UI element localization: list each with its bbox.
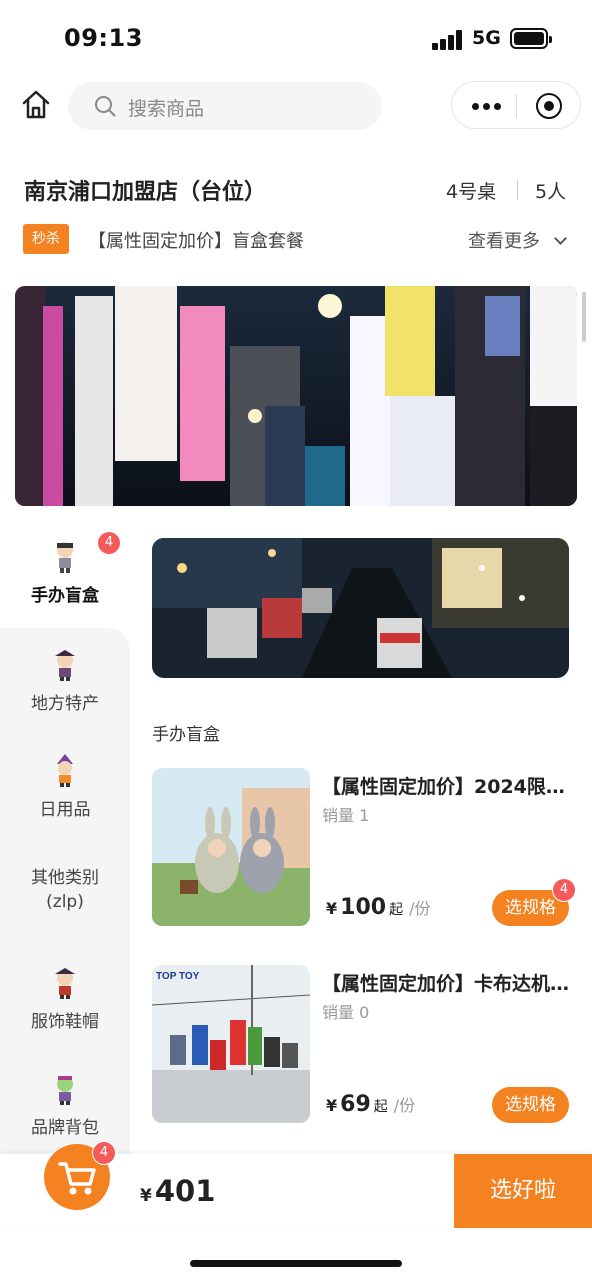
pirate-avatar-icon [55,968,75,999]
section-title: 手办盲盒 [152,725,220,745]
price-suffix: 起 [373,1099,388,1115]
price-unit: /份 [393,1096,416,1115]
product-sales: 销量 0 [322,1003,370,1022]
price-value: 100 [340,895,387,920]
currency-symbol: ¥ [326,1096,338,1115]
select-spec-button[interactable]: 选规格 [492,1087,569,1123]
sidebar-item-local-specialty[interactable]: 地方特产 [0,648,130,716]
more-dots-icon[interactable] [472,103,502,110]
sidebar-item-label: 地方特产 [31,694,99,714]
search-placeholder: 搜索商品 [128,98,205,120]
product-image[interactable] [152,768,310,926]
product-card[interactable]: TOP TOY 【属性固定加价】卡布达机器人 销量 0 ¥69 起/份 选规格 [152,965,572,1125]
price-suffix: 起 [389,902,404,918]
product-name: 【属性固定加价】卡布达机器人 [322,973,572,995]
network-label: 5G [472,27,501,49]
product-card[interactable]: 【属性固定加价】2024限定盲盒 销量 1 ¥100起/份 选规格 4 [152,768,576,928]
cart-count-badge: 4 [92,1141,116,1165]
top-toy-image-text: TOP TOY [156,971,200,982]
capsule-divider [516,94,517,118]
signal-icon [432,30,464,50]
price-unit: /份 [409,899,431,918]
table-number: 4号桌 [446,181,497,203]
total-amount: 401 [154,1174,216,1208]
flash-sale-tag: 秒杀 [23,224,69,254]
sidebar-item-label: 日用品 [39,800,91,820]
home-indicator [190,1260,402,1267]
currency-symbol: ¥ [326,899,338,918]
home-icon[interactable] [20,88,52,122]
chevron-down-icon[interactable] [554,232,567,245]
witch-avatar-icon [57,754,73,787]
product-image[interactable]: TOP TOY [152,965,310,1123]
cart-total: ¥401 [140,1174,215,1208]
status-time: 09:13 [64,24,143,52]
sidebar-item-label: 品牌背包 [31,1118,99,1138]
product-price: ¥69 起/份 [326,1092,415,1117]
search-input[interactable]: 搜索商品 [68,82,382,130]
store-name: 南京浦口加盟店（台位） [24,180,267,205]
price-value: 69 [340,1092,371,1117]
sidebar-item-label: 其他类别 (zlp) [31,868,99,912]
mini-program-capsule [451,81,581,129]
category-sidebar [0,520,130,1168]
search-icon [95,96,116,117]
view-more-link[interactable]: 查看更多 [468,227,540,253]
figure-avatar-icon [57,542,73,573]
product-sales: 销量 1 [322,806,370,825]
status-bar: 09:13 5G [0,0,592,78]
sidebar-item-label: 手办盲盒 [31,586,99,606]
target-icon[interactable] [536,93,562,119]
product-quantity-badge: 4 [552,878,576,902]
currency-symbol: ¥ [140,1186,152,1206]
product-name: 【属性固定加价】2024限定盲盒 [322,776,572,798]
sidebar-item-daily-goods[interactable]: 日用品 [0,754,130,822]
sidebar-item-brand-bags[interactable]: 品牌背包 [0,1072,130,1140]
checkout-button[interactable]: 选好啦 [454,1154,592,1228]
sidebar-badge: 4 [98,532,120,554]
battery-icon [510,28,552,49]
zombie-avatar-icon [57,1076,73,1105]
product-price: ¥100 起/份 [326,895,430,920]
main-banner-image[interactable] [15,286,577,506]
sidebar-item-other[interactable]: 其他类别 (zlp) [0,862,130,914]
people-count: 5人 [535,181,567,203]
sidebar-item-apparel[interactable]: 服饰鞋帽 [0,966,130,1034]
scrollbar[interactable] [582,292,586,342]
header-divider [517,180,518,200]
pirate-avatar-icon [55,650,75,681]
sidebar-item-label: 服饰鞋帽 [31,1012,99,1032]
category-banner-image[interactable] [152,538,569,678]
promo-text[interactable]: 【属性固定加价】盲盒套餐 [88,227,304,253]
